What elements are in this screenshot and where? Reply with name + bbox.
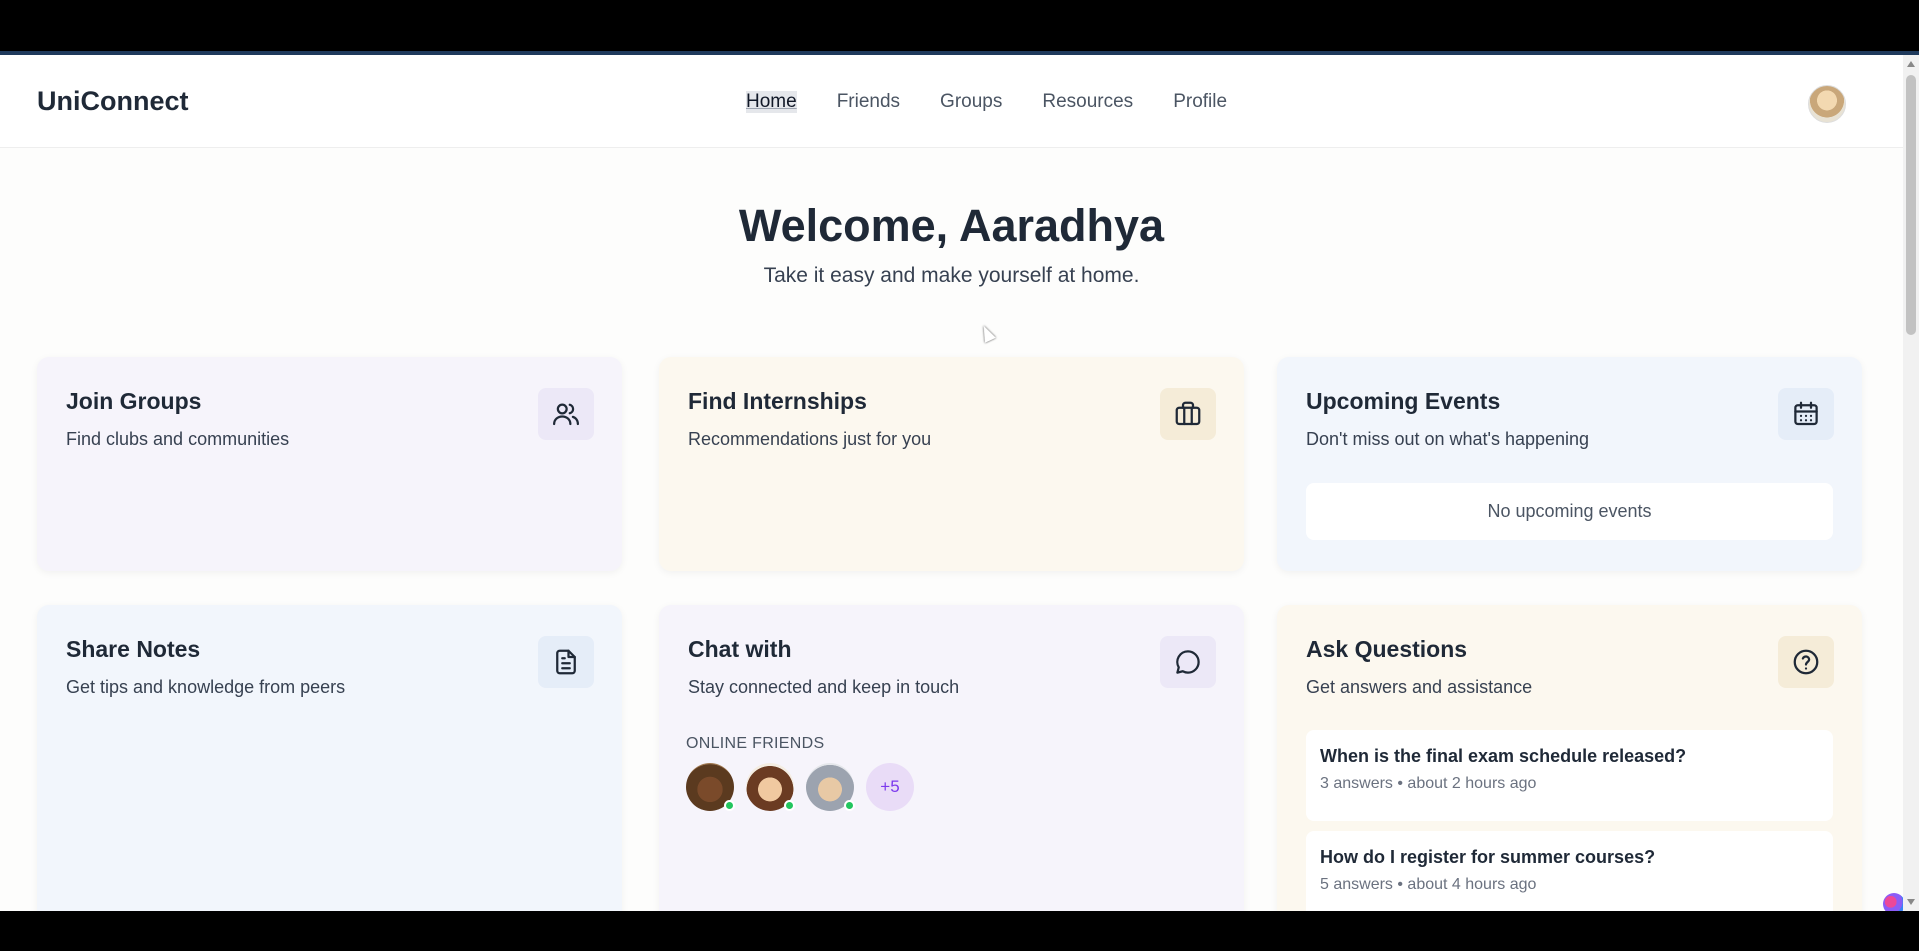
screen-top-bar: [0, 0, 1919, 51]
card-title: Join Groups: [66, 388, 202, 414]
brain-icon[interactable]: [1883, 893, 1903, 911]
nav-groups[interactable]: Groups: [940, 91, 1002, 113]
welcome-title: Welcome, Aaradhya: [738, 200, 1165, 251]
card-description: Stay connected and keep in touch: [688, 677, 960, 697]
calendar-icon: [1778, 388, 1834, 440]
card-title: Chat with: [688, 636, 792, 662]
card-title: Ask Questions: [1306, 636, 1468, 662]
online-friends-list: +5: [686, 763, 914, 811]
welcome-subtitle: Take it easy and make yourself at home.: [763, 264, 1140, 287]
no-events-message: No upcoming events: [1306, 483, 1833, 540]
vertical-scrollbar[interactable]: [1903, 55, 1919, 911]
screen-bottom-bar: [0, 911, 1919, 951]
scroll-down-arrow-icon[interactable]: [1907, 899, 1915, 905]
friend-avatar[interactable]: [746, 763, 795, 811]
online-friends-label: ONLINE FRIENDS: [686, 735, 825, 752]
nav-profile[interactable]: Profile: [1173, 91, 1227, 113]
scroll-up-arrow-icon[interactable]: [1907, 61, 1915, 67]
navbar: UniConnect Home Friends Groups Resources…: [0, 55, 1903, 148]
mouse-cursor: [978, 323, 996, 343]
share-notes-card[interactable]: Share Notes Get tips and knowledge from …: [37, 605, 622, 911]
online-status-dot: [784, 800, 795, 811]
find-internships-card[interactable]: Find Internships Recommendations just fo…: [659, 357, 1244, 571]
more-friends-badge[interactable]: +5: [866, 763, 914, 811]
nav-home[interactable]: Home: [746, 91, 797, 113]
app-logo[interactable]: UniConnect: [37, 86, 189, 117]
card-description: Get tips and knowledge from peers: [66, 677, 346, 697]
question-meta: 3 answers • about 2 hours ago: [1320, 775, 1537, 792]
users-icon: [538, 388, 594, 440]
nav-resources[interactable]: Resources: [1042, 91, 1133, 113]
question-title: How do I register for summer courses?: [1320, 847, 1656, 867]
card-description: Get answers and assistance: [1306, 677, 1533, 697]
online-status-dot: [724, 800, 735, 811]
ask-questions-card[interactable]: Ask Questions Get answers and assistance…: [1277, 605, 1862, 911]
join-groups-card[interactable]: Join Groups Find clubs and communities: [37, 357, 622, 571]
scroll-thumb[interactable]: [1906, 75, 1916, 335]
card-title: Upcoming Events: [1306, 388, 1501, 414]
friend-avatar[interactable]: [686, 763, 735, 811]
card-description: Don't miss out on what's happening: [1306, 429, 1590, 449]
online-status-dot: [844, 800, 855, 811]
question-circle-icon: [1778, 636, 1834, 688]
card-description: Recommendations just for you: [688, 429, 932, 449]
friend-avatar[interactable]: [806, 763, 855, 811]
document-icon: [538, 636, 594, 688]
upcoming-events-card[interactable]: Upcoming Events Don't miss out on what's…: [1277, 357, 1862, 571]
question-meta: 5 answers • about 4 hours ago: [1320, 876, 1537, 893]
page-viewport: UniConnect Home Friends Groups Resources…: [0, 55, 1903, 911]
briefcase-icon: [1160, 388, 1216, 440]
nav-friends[interactable]: Friends: [837, 91, 900, 113]
question-item[interactable]: When is the final exam schedule released…: [1306, 730, 1833, 821]
main-nav: Home Friends Groups Resources Profile: [746, 91, 1227, 113]
card-title: Find Internships: [688, 388, 867, 414]
chat-bubble-icon: [1160, 636, 1216, 688]
chat-card[interactable]: Chat with Stay connected and keep in tou…: [659, 605, 1244, 911]
user-avatar[interactable]: [1808, 85, 1846, 123]
card-description: Find clubs and communities: [66, 429, 290, 449]
question-item[interactable]: How do I register for summer courses? 5 …: [1306, 831, 1833, 911]
card-title: Share Notes: [66, 636, 201, 662]
question-title: When is the final exam schedule released…: [1320, 746, 1687, 766]
